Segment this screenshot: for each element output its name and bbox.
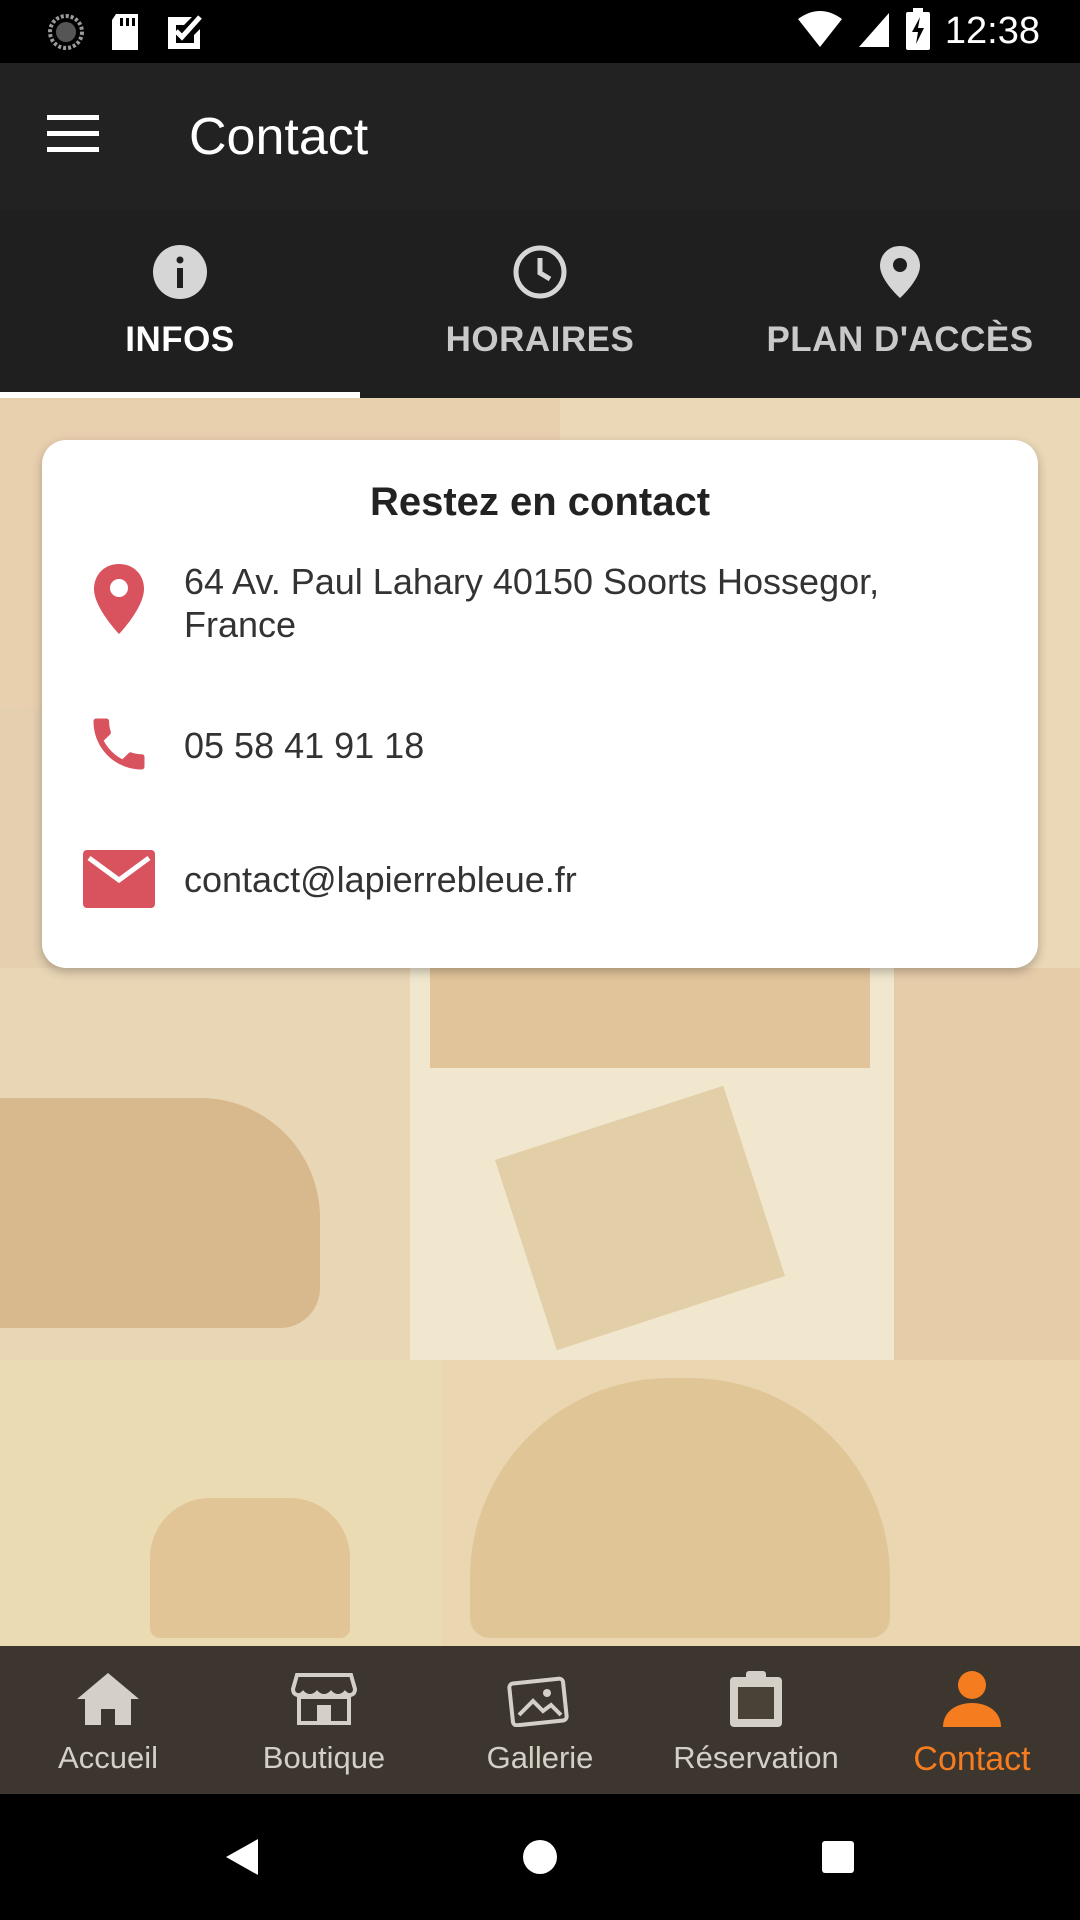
phone-icon: [80, 710, 158, 778]
back-button[interactable]: [212, 1829, 272, 1889]
nav-label: Contact: [913, 1740, 1031, 1778]
tab-horaires[interactable]: HORAIRES: [360, 210, 720, 398]
page-title: Contact: [189, 108, 369, 166]
system-navigation-bar: [0, 1794, 1080, 1920]
person-icon: [939, 1664, 1005, 1734]
card-title: Restez en contact: [369, 480, 711, 524]
tab-plan-acces[interactable]: PLAN D'ACCÈS: [720, 210, 1080, 398]
background-photo: [430, 958, 870, 1068]
back-icon: [224, 1837, 260, 1882]
nav-accueil[interactable]: Accueil: [0, 1646, 216, 1794]
background-photo: [150, 1498, 350, 1638]
clock-icon: [512, 242, 568, 302]
signal-icon: [857, 9, 891, 54]
app-bar: Contact: [0, 63, 1080, 210]
tab-bar: INFOS HORAIRES PLAN D'ACCÈS: [0, 210, 1080, 398]
home-circle-icon: [521, 1838, 559, 1881]
tab-label: HORAIRES: [445, 320, 635, 359]
clipboard-icon: [726, 1664, 786, 1734]
store-icon: [291, 1664, 357, 1734]
nav-gallerie[interactable]: Gallerie: [432, 1646, 648, 1794]
nav-contact[interactable]: Contact: [864, 1646, 1080, 1794]
tab-label: PLAN D'ACCÈS: [766, 320, 1034, 359]
info-icon: [152, 242, 208, 302]
sd-card-icon: [108, 12, 142, 57]
contact-card: Restez en contact 64 Av. Paul Lahary 401…: [42, 440, 1038, 968]
sync-icon: [46, 12, 86, 57]
status-bar: 12:38: [0, 0, 1080, 63]
recents-button[interactable]: [808, 1829, 868, 1889]
home-icon: [75, 1664, 141, 1734]
tab-label: INFOS: [125, 320, 235, 359]
bottom-navigation: Accueil Boutique Gallerie Réservation Co…: [0, 1646, 1080, 1794]
status-time: 12:38: [944, 10, 1040, 52]
menu-button[interactable]: [30, 101, 116, 171]
address-text: 64 Av. Paul Lahary 40150 Soorts Hossegor…: [184, 561, 880, 645]
home-button[interactable]: [510, 1829, 570, 1889]
battery-charging-icon: [905, 8, 931, 55]
status-left-icons: [46, 12, 202, 57]
content-area: Restez en contact 64 Av. Paul Lahary 401…: [0, 398, 1080, 1646]
nav-label: Boutique: [262, 1740, 386, 1775]
phone-row[interactable]: 05 58 41 91 18: [42, 710, 1038, 790]
location-pin-icon: [878, 242, 922, 302]
hamburger-menu-icon: [47, 114, 99, 158]
nav-label: Réservation: [673, 1740, 839, 1775]
nav-label: Gallerie: [486, 1740, 594, 1775]
email-text: contact@lapierrebleue.fr: [184, 859, 577, 900]
tab-infos[interactable]: INFOS: [0, 210, 360, 398]
location-pin-icon: [80, 562, 158, 636]
nav-reservation[interactable]: Réservation: [648, 1646, 864, 1794]
recents-icon: [821, 1840, 855, 1879]
gallery-icon: [507, 1664, 573, 1734]
check-box-icon: [164, 13, 202, 56]
email-row[interactable]: contact@lapierrebleue.fr: [42, 848, 1038, 918]
background-photo: [894, 968, 1080, 1360]
nav-label: Accueil: [58, 1740, 158, 1775]
wifi-icon: [797, 9, 843, 54]
phone-text: 05 58 41 91 18: [184, 725, 425, 766]
status-right-icons: 12:38: [797, 8, 1040, 55]
nav-boutique[interactable]: Boutique: [216, 1646, 432, 1794]
background-photo: [0, 1098, 320, 1328]
address-row[interactable]: 64 Av. Paul Lahary 40150 Soorts Hossegor…: [42, 560, 1038, 660]
mail-icon: [80, 850, 158, 908]
